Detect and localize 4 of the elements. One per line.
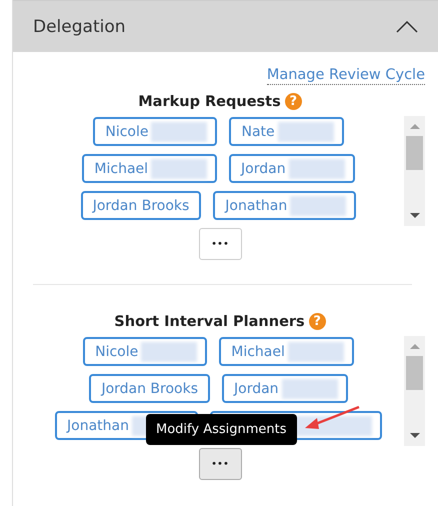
- panel-title: Delegation: [33, 16, 126, 36]
- section-title: Short Interval Planners: [114, 314, 305, 330]
- section-title: Markup Requests: [138, 94, 281, 110]
- tooltip: Modify Assignments: [146, 414, 297, 445]
